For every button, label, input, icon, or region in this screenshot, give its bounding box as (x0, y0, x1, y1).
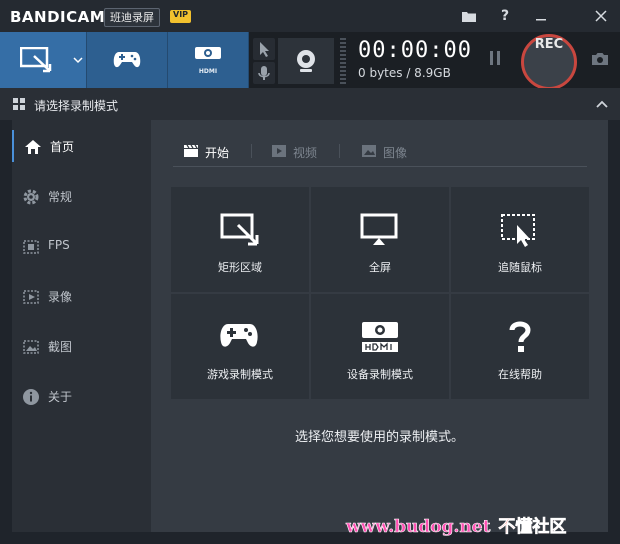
mode-grid: 矩形区域 全屏 追随鼠标 游戏录制模式 设备录制模式 在线帮助 (171, 187, 589, 399)
folder-icon[interactable] (458, 5, 480, 27)
gear-icon (23, 189, 39, 205)
tile-label: 设备录制模式 (347, 368, 413, 381)
tile-label: 全屏 (369, 261, 391, 274)
gamepad-icon (220, 324, 258, 347)
tab-label: 图像 (383, 146, 408, 160)
title-bar: BANDICAM 班迪录屏 VIP ? (0, 0, 620, 32)
hdmi-icon (362, 322, 398, 352)
sidebar: 首页 常规 FPS 录像 截图 关于 (12, 120, 153, 532)
main-panel: 开始 视频 图像 矩形区域 全屏 追随鼠标 游戏录制模式 设备录制模式 在线帮助… (151, 120, 608, 532)
monitor-icon (360, 213, 398, 245)
mode-hint-text: 选择您想要使用的录制模式。 (294, 430, 464, 445)
sidebar-item-home[interactable]: 首页 (12, 130, 153, 162)
tile-fullscreen[interactable]: 全屏 (311, 187, 449, 292)
rec-button[interactable]: REC (521, 34, 577, 90)
sidebar-item-about[interactable]: 关于 (12, 380, 151, 412)
rectangle-area-icon (20, 47, 52, 73)
video-settings-icon (23, 290, 39, 304)
sidebar-item-label: 录像 (48, 290, 73, 304)
question-icon (509, 321, 531, 352)
rectangle-area-mode-button[interactable] (0, 32, 71, 88)
cursor-icon (260, 42, 269, 57)
sidebar-item-label: 截图 (48, 340, 73, 354)
tile-label: 在线帮助 (498, 368, 542, 381)
tab-divider (339, 144, 340, 158)
tile-follow-mouse[interactable]: 追随鼠标 (451, 187, 589, 292)
sidebar-item-label: FPS (48, 238, 70, 252)
file-size-readout: 0 bytes / 8.9GB (358, 66, 451, 80)
vip-badge: VIP (170, 10, 192, 23)
tile-online-help[interactable]: 在线帮助 (451, 294, 589, 399)
watermark-cn: 不懂社区 (498, 517, 567, 538)
watermark: www.budog.net 不懂社区 (346, 512, 616, 538)
tab-underline (173, 166, 587, 167)
fps-icon (23, 240, 39, 254)
tile-game-mode[interactable]: 游戏录制模式 (171, 294, 309, 399)
tab-image[interactable]: 图像 (361, 142, 421, 162)
microphone-icon (258, 66, 270, 80)
watermark-url: www.budog.net (346, 517, 491, 538)
image-icon (362, 145, 376, 157)
mode-selection-bar: 请选择录制模式 (0, 88, 620, 120)
game-mode-button[interactable] (87, 32, 168, 88)
tile-rectangle-area[interactable]: 矩形区域 (171, 187, 309, 292)
hdmi-label: HDMI (198, 68, 218, 75)
camera-icon[interactable] (591, 51, 609, 70)
rectangle-area-icon (220, 213, 259, 246)
microphone-button[interactable] (253, 62, 275, 84)
tab-divider (251, 144, 252, 158)
info-icon (23, 389, 39, 405)
mode-dropdown-button[interactable] (70, 32, 87, 88)
clapper-icon (184, 144, 198, 157)
pause-icon[interactable] (488, 50, 502, 70)
sidebar-item-fps[interactable]: FPS (12, 230, 151, 262)
webcam-button[interactable] (278, 38, 334, 84)
sidebar-item-video[interactable]: 录像 (12, 280, 151, 312)
sidebar-item-label: 首页 (50, 140, 75, 154)
app-logo: BANDICAM (10, 8, 105, 26)
hdmi-device-icon (195, 47, 221, 59)
app-subtitle: 班迪录屏 (104, 8, 160, 27)
tab-start[interactable]: 开始 (183, 142, 243, 162)
follow-mouse-icon (501, 214, 535, 247)
device-mode-button[interactable]: HDMI (168, 32, 249, 88)
tile-label: 矩形区域 (218, 261, 262, 274)
brand-cam: CAM (66, 8, 106, 26)
tile-label: 追随鼠标 (498, 261, 542, 274)
cursor-settings-button[interactable] (253, 38, 275, 60)
brand-bandi: BANDI (10, 8, 67, 26)
sidebar-item-label: 常规 (48, 190, 73, 204)
recording-timer: 00:00:00 (358, 38, 472, 63)
grid-icon (13, 98, 25, 110)
tab-label: 视频 (293, 146, 318, 160)
sidebar-item-label: 关于 (48, 390, 73, 404)
sidebar-item-general[interactable]: 常规 (12, 180, 151, 212)
video-play-icon (272, 145, 286, 157)
audio-level-meter (340, 38, 346, 84)
tile-label: 游戏录制模式 (207, 368, 273, 381)
image-settings-icon (23, 340, 39, 354)
chevron-up-icon[interactable] (596, 100, 608, 108)
tab-label: 开始 (205, 146, 230, 160)
mode-selection-title: 请选择录制模式 (34, 99, 119, 113)
sidebar-item-screenshot[interactable]: 截图 (12, 330, 151, 362)
minimize-icon[interactable] (530, 5, 552, 27)
close-icon[interactable] (590, 5, 612, 27)
chevron-down-icon (73, 57, 83, 64)
webcam-icon (297, 50, 315, 72)
tile-device-mode[interactable]: 设备录制模式 (311, 294, 449, 399)
gamepad-icon (113, 52, 141, 68)
home-icon (25, 140, 41, 154)
tab-video[interactable]: 视频 (271, 142, 331, 162)
help-icon[interactable]: ? (494, 5, 516, 27)
